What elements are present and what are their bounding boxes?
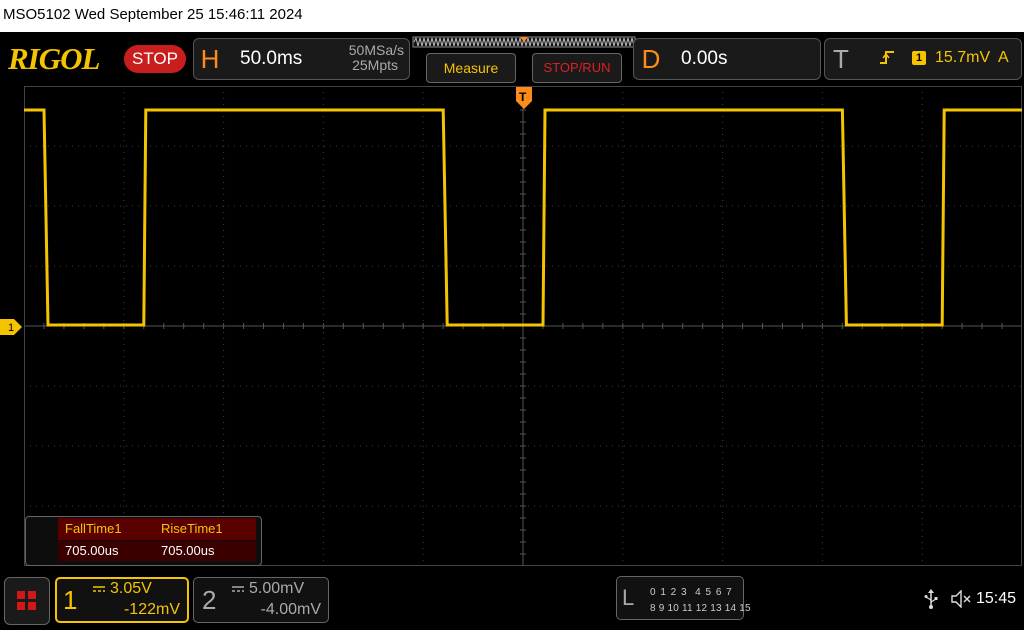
brand-logo: RIGOL [8, 41, 100, 76]
sample-rate: 50MSa/s [348, 42, 404, 58]
channel1-scale: 3.05V [110, 580, 152, 597]
horizontal-label: H [200, 44, 220, 74]
delay-label: D [641, 44, 661, 74]
delay-value: 0.00s [681, 48, 728, 69]
channel2-scale: 5.00mV [249, 580, 305, 597]
fall-time-label: FallTime1 [58, 518, 156, 540]
channel2-offset: -4.00mV [260, 601, 321, 618]
rise-time-value: 705.00us [156, 541, 256, 561]
rise-time-label: RiseTime1 [156, 518, 256, 540]
dc-coupling-icon [232, 586, 244, 592]
digital-channels-row2: 8 9 10 11 12 13 14 15 [650, 603, 751, 614]
system-clock: 15:45 [976, 590, 1017, 607]
usb-icon [924, 589, 938, 609]
channel1-offset: -122mV [123, 601, 180, 618]
trigger-level: 15.7mV [935, 49, 991, 66]
rising-edge-icon [880, 51, 894, 64]
trigger-position-marker[interactable]: T [515, 87, 533, 109]
trigger-channel-badge: 1 [912, 51, 926, 65]
ch1-offset-marker[interactable]: 1 [0, 319, 22, 335]
logic-analyzer-label: L [622, 585, 635, 610]
measure-button[interactable]: Measure [426, 53, 516, 83]
menu-grid-icon [17, 591, 25, 599]
ch1-marker-label: 1 [8, 322, 14, 334]
fall-time-value: 705.00us [58, 541, 156, 561]
channel2-number: 2 [202, 585, 217, 615]
timebase-value: 50.0ms [240, 48, 303, 69]
trigger-marker-label: T [519, 90, 527, 104]
window-title: MSO5102 Wed September 25 15:46:11 2024 [3, 6, 303, 23]
run-state-badge[interactable]: STOP [124, 45, 186, 73]
digital-channels-row1: 0 1 2 3 4 5 6 7 [650, 587, 733, 598]
trigger-label: T [833, 44, 849, 74]
stop-run-button[interactable]: STOP/RUN [532, 53, 622, 83]
dc-coupling-icon [93, 586, 105, 592]
memory-position-bar[interactable] [412, 36, 636, 48]
waveform-display[interactable] [24, 86, 1022, 566]
main-menu-button[interactable] [4, 577, 50, 625]
channel1-number: 1 [63, 585, 78, 615]
speaker-mute-icon[interactable] [951, 590, 973, 608]
memory-depth: 25Mpts [352, 57, 398, 73]
trigger-mode: A [998, 49, 1009, 66]
